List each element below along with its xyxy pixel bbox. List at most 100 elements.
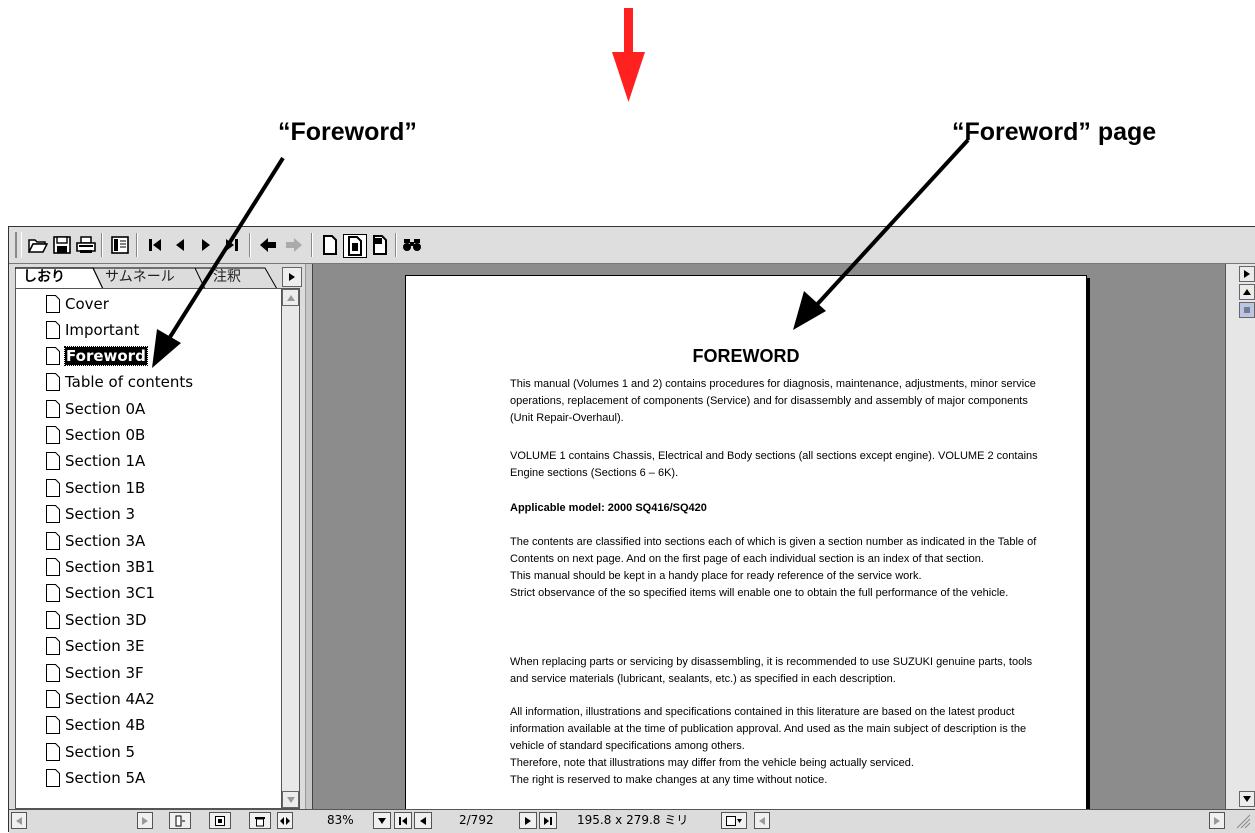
bookmark-item[interactable]: Section 4B <box>45 713 145 737</box>
bookmark-options-button[interactable] <box>209 812 231 829</box>
bookmark-item[interactable]: Section 3B1 <box>45 555 155 579</box>
toolbar <box>9 227 1255 264</box>
page-options-icon <box>215 815 225 826</box>
tab-thumbnails[interactable]: サムネール <box>101 267 179 287</box>
first-page-button[interactable] <box>394 812 412 829</box>
zoom-dropdown-button[interactable] <box>373 812 391 829</box>
navigation-pane: しおり サムネール 注釈 Cover Important Foreword Ta… <box>9 264 305 809</box>
first-page-icon <box>399 816 407 825</box>
page-icon <box>46 295 60 313</box>
paragraph-model: Applicable model: 2000 SQ416/SQ420 <box>510 502 707 514</box>
scroll-up-button[interactable] <box>1239 284 1255 300</box>
show-hide-navigation-icon[interactable] <box>109 234 131 256</box>
open-icon[interactable] <box>27 234 49 256</box>
paragraph: When replacing parts or servicing by dis… <box>510 656 1033 685</box>
page-icon <box>46 479 60 497</box>
hscroll-right-button[interactable] <box>1209 812 1225 829</box>
page-icon <box>46 716 60 734</box>
page-layout-button[interactable] <box>721 812 747 829</box>
chevron-down-icon <box>378 817 386 824</box>
pane-menu-button[interactable] <box>282 267 302 287</box>
page-icon <box>46 690 60 708</box>
page-icon <box>46 452 60 470</box>
previous-page-button[interactable] <box>414 812 432 829</box>
triangle-left-icon <box>16 816 22 825</box>
tab-bookmarks[interactable]: しおり <box>19 267 69 287</box>
bookmark-item[interactable]: Section 5A <box>45 766 145 790</box>
bookmark-list: Cover Important Foreword Table of conten… <box>15 288 283 809</box>
fit-page-icon[interactable] <box>343 234 367 258</box>
page-indicator[interactable]: 2/792 <box>459 812 494 829</box>
document-view: FOREWORD This manual (Volumes 1 and 2) c… <box>312 264 1225 809</box>
bookmark-item[interactable]: Section 1A <box>45 449 145 473</box>
next-page-icon[interactable] <box>195 234 217 256</box>
scroll-down-button[interactable] <box>1239 791 1255 807</box>
pane-resize-button[interactable] <box>277 812 293 829</box>
bookmark-item[interactable]: Section 1B <box>45 476 145 500</box>
actual-size-icon[interactable] <box>319 234 341 256</box>
zoom-level[interactable]: 83% <box>327 812 354 829</box>
document-scrollbar[interactable] <box>1225 264 1255 809</box>
page-icon <box>46 532 60 550</box>
scroll-thumb[interactable] <box>1239 302 1255 318</box>
bookmark-item[interactable]: Section 0A <box>45 397 145 421</box>
page-icon <box>46 611 60 629</box>
last-page-button[interactable] <box>539 812 557 829</box>
bookmark-item[interactable]: Section 4A2 <box>45 687 155 711</box>
page-icon <box>46 637 60 655</box>
page-icon <box>46 321 60 339</box>
page-icon <box>46 400 60 418</box>
bookmark-item[interactable]: Section 0B <box>45 423 145 447</box>
scroll-left-button[interactable] <box>11 812 27 829</box>
foreword-page-callout-label: “Foreword” page <box>952 118 1157 146</box>
last-page-icon[interactable] <box>221 234 243 256</box>
delete-bookmark-button[interactable] <box>249 812 271 829</box>
scroll-right-button[interactable] <box>137 812 153 829</box>
bookmark-item[interactable]: Section 3A <box>45 529 145 553</box>
bookmark-item[interactable]: Table of contents <box>45 370 193 394</box>
paragraph: All information, illustrations and speci… <box>510 706 1027 786</box>
paragraph: The contents are classified into section… <box>510 536 1037 599</box>
resize-grip-icon[interactable] <box>1229 812 1251 829</box>
bookmark-item[interactable]: Section 3F <box>45 661 144 685</box>
resize-horizontal-icon <box>280 816 290 825</box>
bookmark-item[interactable]: Cover <box>45 292 109 316</box>
scroll-down-button[interactable] <box>282 791 299 808</box>
previous-page-icon[interactable] <box>169 234 191 256</box>
triangle-right-icon <box>1214 816 1220 825</box>
triangle-down-icon <box>1243 796 1251 802</box>
bookmark-item[interactable]: Important <box>45 318 139 342</box>
bookmark-item-selected[interactable]: Foreword <box>45 344 148 368</box>
page-icon <box>46 769 60 787</box>
go-forward-icon[interactable] <box>283 234 305 256</box>
page-title: FOREWORD <box>692 346 800 366</box>
triangle-left-icon <box>759 816 765 825</box>
expand-bookmark-button[interactable] <box>169 812 191 829</box>
next-page-icon <box>525 816 531 825</box>
print-icon[interactable] <box>75 234 97 256</box>
find-icon[interactable] <box>401 234 423 256</box>
bookmark-item[interactable]: Section 3E <box>45 634 145 658</box>
bookmark-item[interactable]: Section 5 <box>45 740 135 764</box>
foreword-callout-label: “Foreword” <box>278 118 417 146</box>
first-page-icon[interactable] <box>144 234 166 256</box>
document-page: FOREWORD This manual (Volumes 1 and 2) c… <box>405 275 1087 809</box>
bookmark-scrollbar[interactable] <box>281 288 300 809</box>
scroll-up-button[interactable] <box>282 289 299 306</box>
next-page-button[interactable] <box>519 812 537 829</box>
scroll-menu-button[interactable] <box>1239 266 1255 282</box>
save-icon[interactable] <box>51 234 73 256</box>
hscroll-left-button[interactable] <box>754 812 770 829</box>
bookmark-item[interactable]: Section 3C1 <box>45 581 155 605</box>
go-back-icon[interactable] <box>257 234 279 256</box>
page-icon <box>46 584 60 602</box>
page-layout-icon <box>726 815 742 826</box>
toolbar-grip[interactable] <box>15 232 22 258</box>
page-icon <box>46 347 60 365</box>
pdf-viewer-window: しおり サムネール 注釈 Cover Important Foreword Ta… <box>8 226 1255 833</box>
tab-annotations[interactable]: 注釈 <box>209 267 245 287</box>
bookmark-item[interactable]: Section 3D <box>45 608 147 632</box>
triangle-down-icon <box>286 796 295 803</box>
fit-width-icon[interactable] <box>369 234 391 256</box>
bookmark-item[interactable]: Section 3 <box>45 502 135 526</box>
